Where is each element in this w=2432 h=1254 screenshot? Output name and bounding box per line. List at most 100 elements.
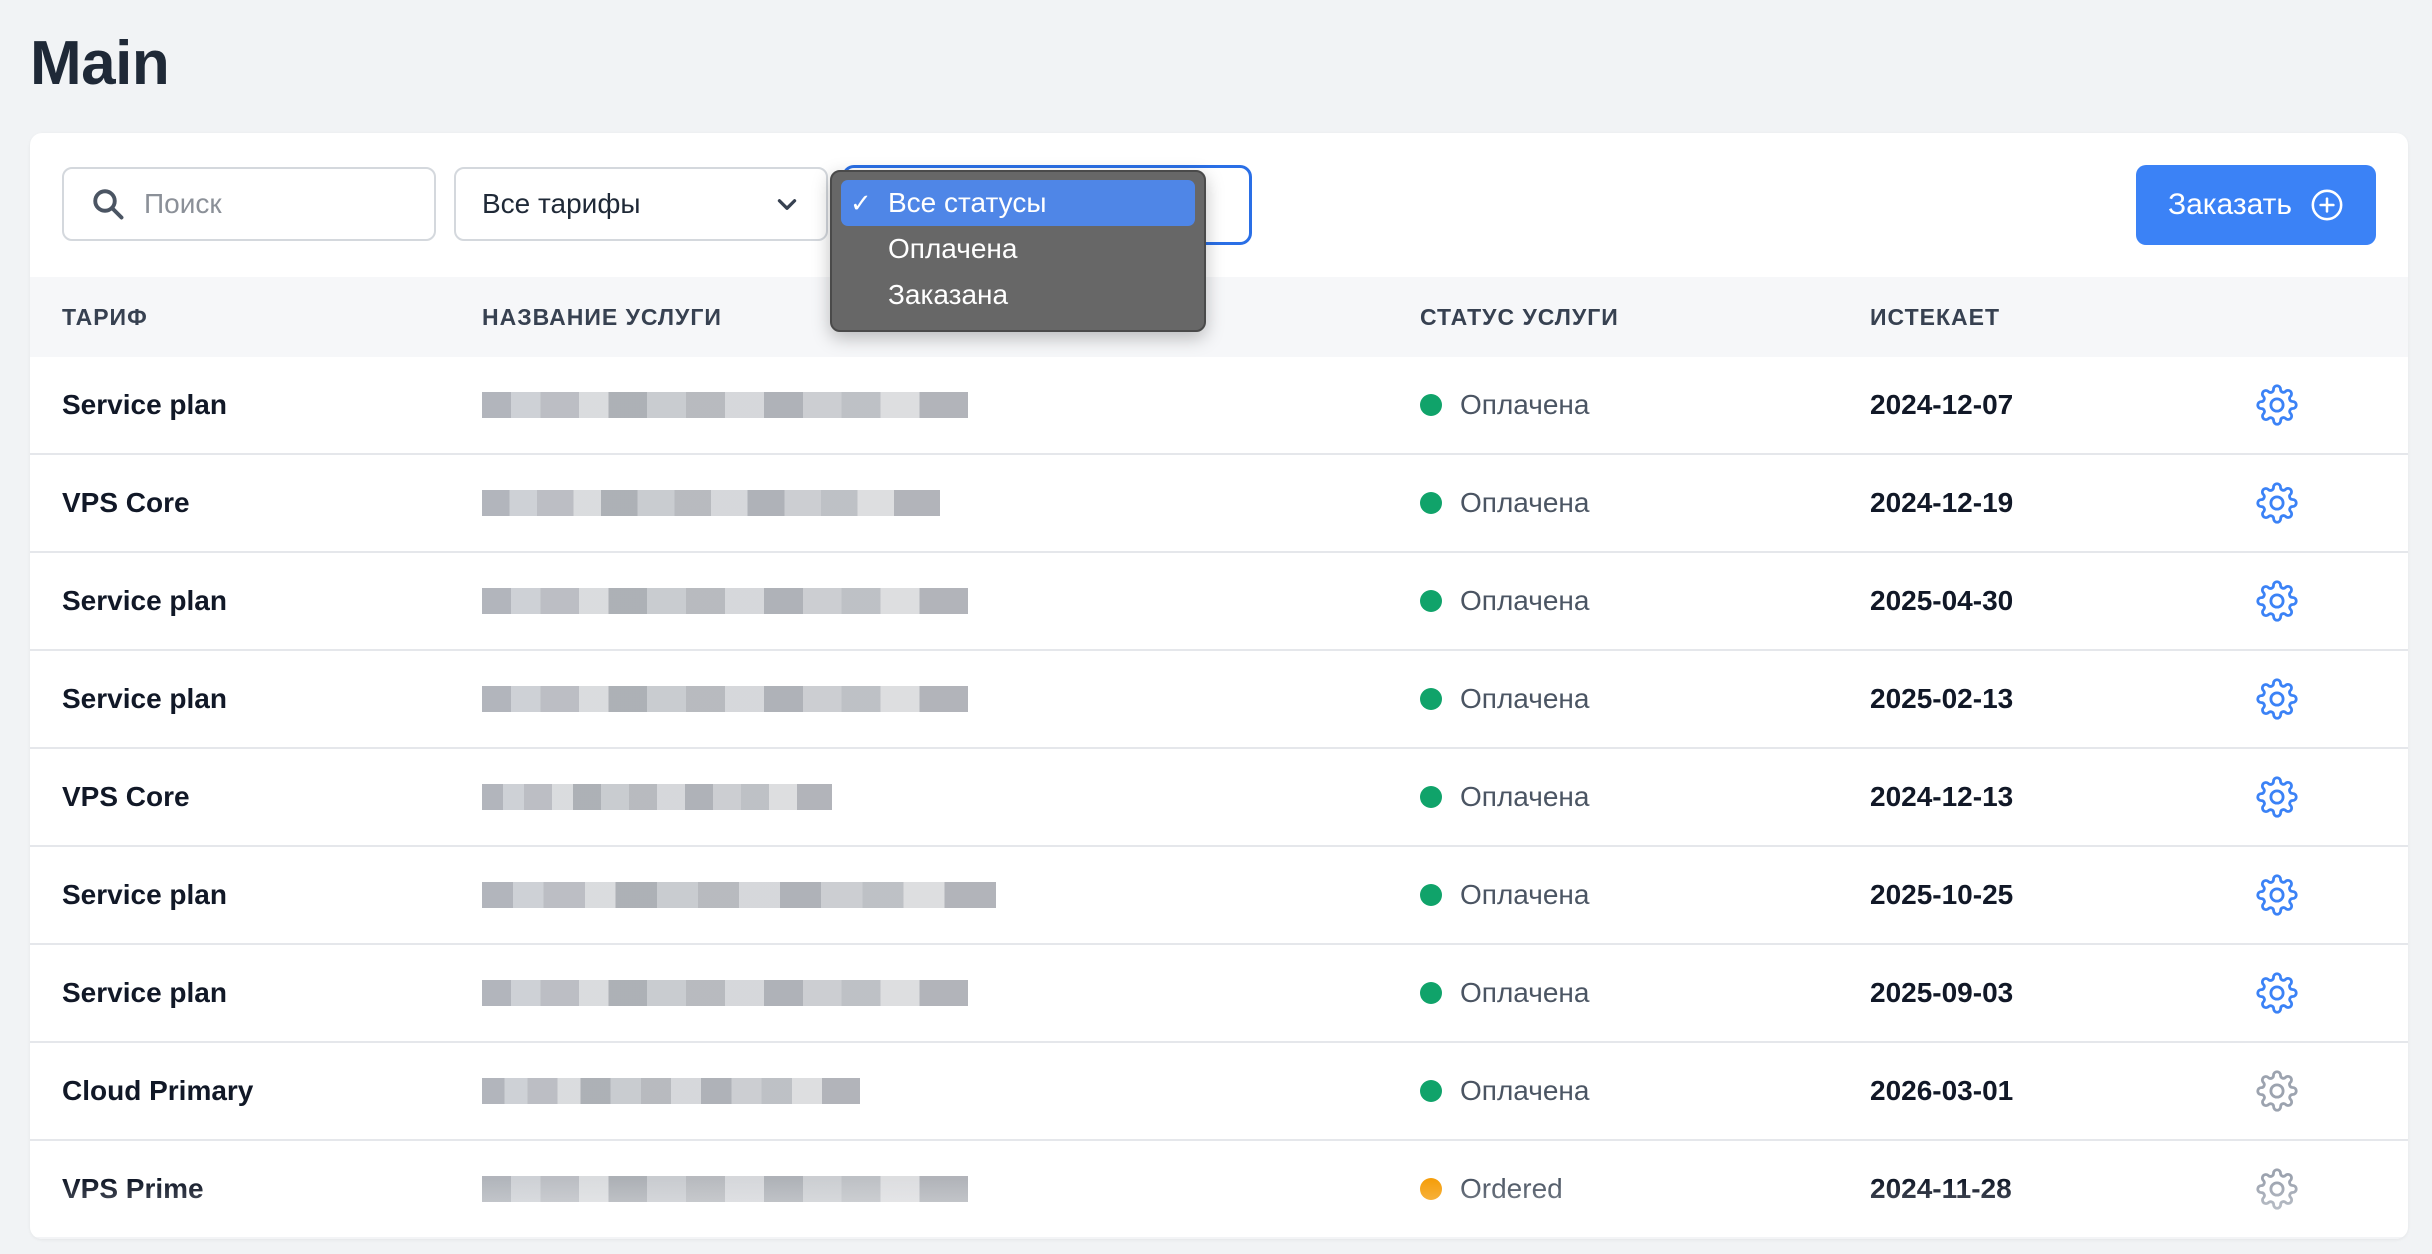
table-row[interactable]: VPS Core Оплачена 2024-12-19 <box>30 455 2408 553</box>
gear-icon <box>2256 1070 2298 1112</box>
status-dot-icon <box>1420 1178 1442 1200</box>
row-status: Оплачена <box>1420 553 1589 649</box>
row-plan: Service plan <box>62 683 227 714</box>
page-title: Main <box>30 29 170 98</box>
gear-icon <box>2256 678 2298 720</box>
services-card: Все тарифы Заказать ТАРИФ НАЗВАНИЕ УСЛУГ… <box>30 133 2408 1239</box>
row-status: Оплачена <box>1420 1043 1589 1139</box>
row-status: Оплачена <box>1420 945 1589 1041</box>
table-row[interactable]: Service plan Оплачена 2024-12-07 <box>30 357 2408 455</box>
gear-icon <box>2256 482 2298 524</box>
row-expires: 2025-02-13 <box>1870 683 2014 714</box>
row-settings-button[interactable] <box>2256 651 2298 747</box>
column-header-expires[interactable]: ИСТЕКАЕТ <box>1870 277 2000 357</box>
row-status-label: Оплачена <box>1460 781 1590 812</box>
row-expires: 2025-10-25 <box>1870 879 2014 910</box>
row-expires: 2024-11-28 <box>1870 1173 2012 1204</box>
status-option-paid[interactable]: Оплачена <box>841 226 1195 272</box>
row-service-name-redacted <box>482 945 968 1041</box>
row-status: Оплачена <box>1420 357 1589 453</box>
row-expires: 2024-12-13 <box>1870 781 2014 812</box>
table-row[interactable]: Cloud Primary Оплачена 2026-03-01 <box>30 1043 2408 1141</box>
row-plan: Service plan <box>62 879 227 910</box>
row-status-label: Оплачена <box>1460 1075 1590 1106</box>
status-dot-icon <box>1420 786 1442 808</box>
chevron-down-icon <box>777 199 797 210</box>
gear-icon <box>2256 874 2298 916</box>
status-option-label: Заказана <box>888 279 1009 310</box>
table-row[interactable]: Service plan Оплачена 2025-04-30 <box>30 553 2408 651</box>
plus-circle-icon <box>2311 189 2343 221</box>
gear-icon <box>2256 1168 2298 1210</box>
gear-icon <box>2256 972 2298 1014</box>
row-expires: 2024-12-19 <box>1870 487 2014 518</box>
row-expires: 2025-09-03 <box>1870 977 2014 1008</box>
row-settings-button[interactable] <box>2256 455 2298 551</box>
row-service-name-redacted <box>482 357 968 453</box>
row-expires: 2025-04-30 <box>1870 585 2014 616</box>
status-option-label: Оплачена <box>888 233 1018 264</box>
row-settings-button[interactable] <box>2256 357 2298 453</box>
row-plan: Cloud Primary <box>62 1075 254 1106</box>
row-status-label: Оплачена <box>1460 977 1590 1008</box>
table-row[interactable]: VPS Prime Ordered 2024-11-28 <box>30 1141 2408 1239</box>
row-settings-button[interactable] <box>2256 847 2298 943</box>
row-settings-button[interactable] <box>2256 749 2298 845</box>
row-status: Ordered <box>1420 1141 1563 1237</box>
status-dot-icon <box>1420 884 1442 906</box>
status-dot-icon <box>1420 688 1442 710</box>
row-status: Оплачена <box>1420 455 1589 551</box>
row-settings-button[interactable] <box>2256 1141 2298 1237</box>
gear-icon <box>2256 580 2298 622</box>
row-service-name-redacted <box>482 1043 860 1139</box>
row-plan: Service plan <box>62 585 227 616</box>
gear-icon <box>2256 384 2298 426</box>
status-dot-icon <box>1420 1080 1442 1102</box>
plan-select[interactable]: Все тарифы <box>454 167 828 241</box>
plan-select-value: Все тарифы <box>482 188 641 219</box>
status-dot-icon <box>1420 492 1442 514</box>
status-option-ordered[interactable]: Заказана <box>841 272 1195 318</box>
row-plan: VPS Prime <box>62 1173 204 1204</box>
row-service-name-redacted <box>482 1141 968 1237</box>
gear-icon <box>2256 776 2298 818</box>
row-plan: Service plan <box>62 977 227 1008</box>
table-row[interactable]: Service plan Оплачена 2025-10-25 <box>30 847 2408 945</box>
row-service-name-redacted <box>482 749 832 845</box>
status-dot-icon <box>1420 590 1442 612</box>
row-service-name-redacted <box>482 455 940 551</box>
status-dot-icon <box>1420 394 1442 416</box>
search-icon <box>93 189 124 220</box>
column-header-status[interactable]: СТАТУС УСЛУГИ <box>1420 277 1619 357</box>
row-status-label: Оплачена <box>1460 683 1590 714</box>
table-row[interactable]: Service plan Оплачена 2025-02-13 <box>30 651 2408 749</box>
row-expires: 2024-12-07 <box>1870 389 2014 420</box>
table-row[interactable]: VPS Core Оплачена 2024-12-13 <box>30 749 2408 847</box>
row-status: Оплачена <box>1420 749 1589 845</box>
status-dot-icon <box>1420 982 1442 1004</box>
row-service-name-redacted <box>482 553 968 649</box>
column-header-plan[interactable]: ТАРИФ <box>62 277 148 357</box>
row-service-name-redacted <box>482 847 996 943</box>
status-option-all[interactable]: ✓ Все статусы <box>841 180 1195 226</box>
row-status: Оплачена <box>1420 651 1589 747</box>
row-status-label: Оплачена <box>1460 487 1590 518</box>
row-status-label: Ordered <box>1460 1173 1563 1204</box>
column-header-service-name[interactable]: НАЗВАНИЕ УСЛУГИ <box>482 277 722 357</box>
row-status-label: Оплачена <box>1460 389 1590 420</box>
search-input[interactable] <box>144 188 394 220</box>
row-settings-button[interactable] <box>2256 945 2298 1041</box>
row-settings-button[interactable] <box>2256 1043 2298 1139</box>
order-button[interactable]: Заказать <box>2136 165 2376 245</box>
row-settings-button[interactable] <box>2256 553 2298 649</box>
row-status-label: Оплачена <box>1460 585 1590 616</box>
row-plan: Service plan <box>62 389 227 420</box>
search-box[interactable] <box>62 167 436 241</box>
row-status: Оплачена <box>1420 847 1589 943</box>
checkmark-icon: ✓ <box>850 187 872 218</box>
table-row[interactable]: Service plan Оплачена 2025-09-03 <box>30 945 2408 1043</box>
status-dropdown-menu: ✓ Все статусы Оплачена Заказана <box>830 170 1206 332</box>
row-plan: VPS Core <box>62 487 190 518</box>
row-status-label: Оплачена <box>1460 879 1590 910</box>
order-button-label: Заказать <box>2167 188 2293 221</box>
